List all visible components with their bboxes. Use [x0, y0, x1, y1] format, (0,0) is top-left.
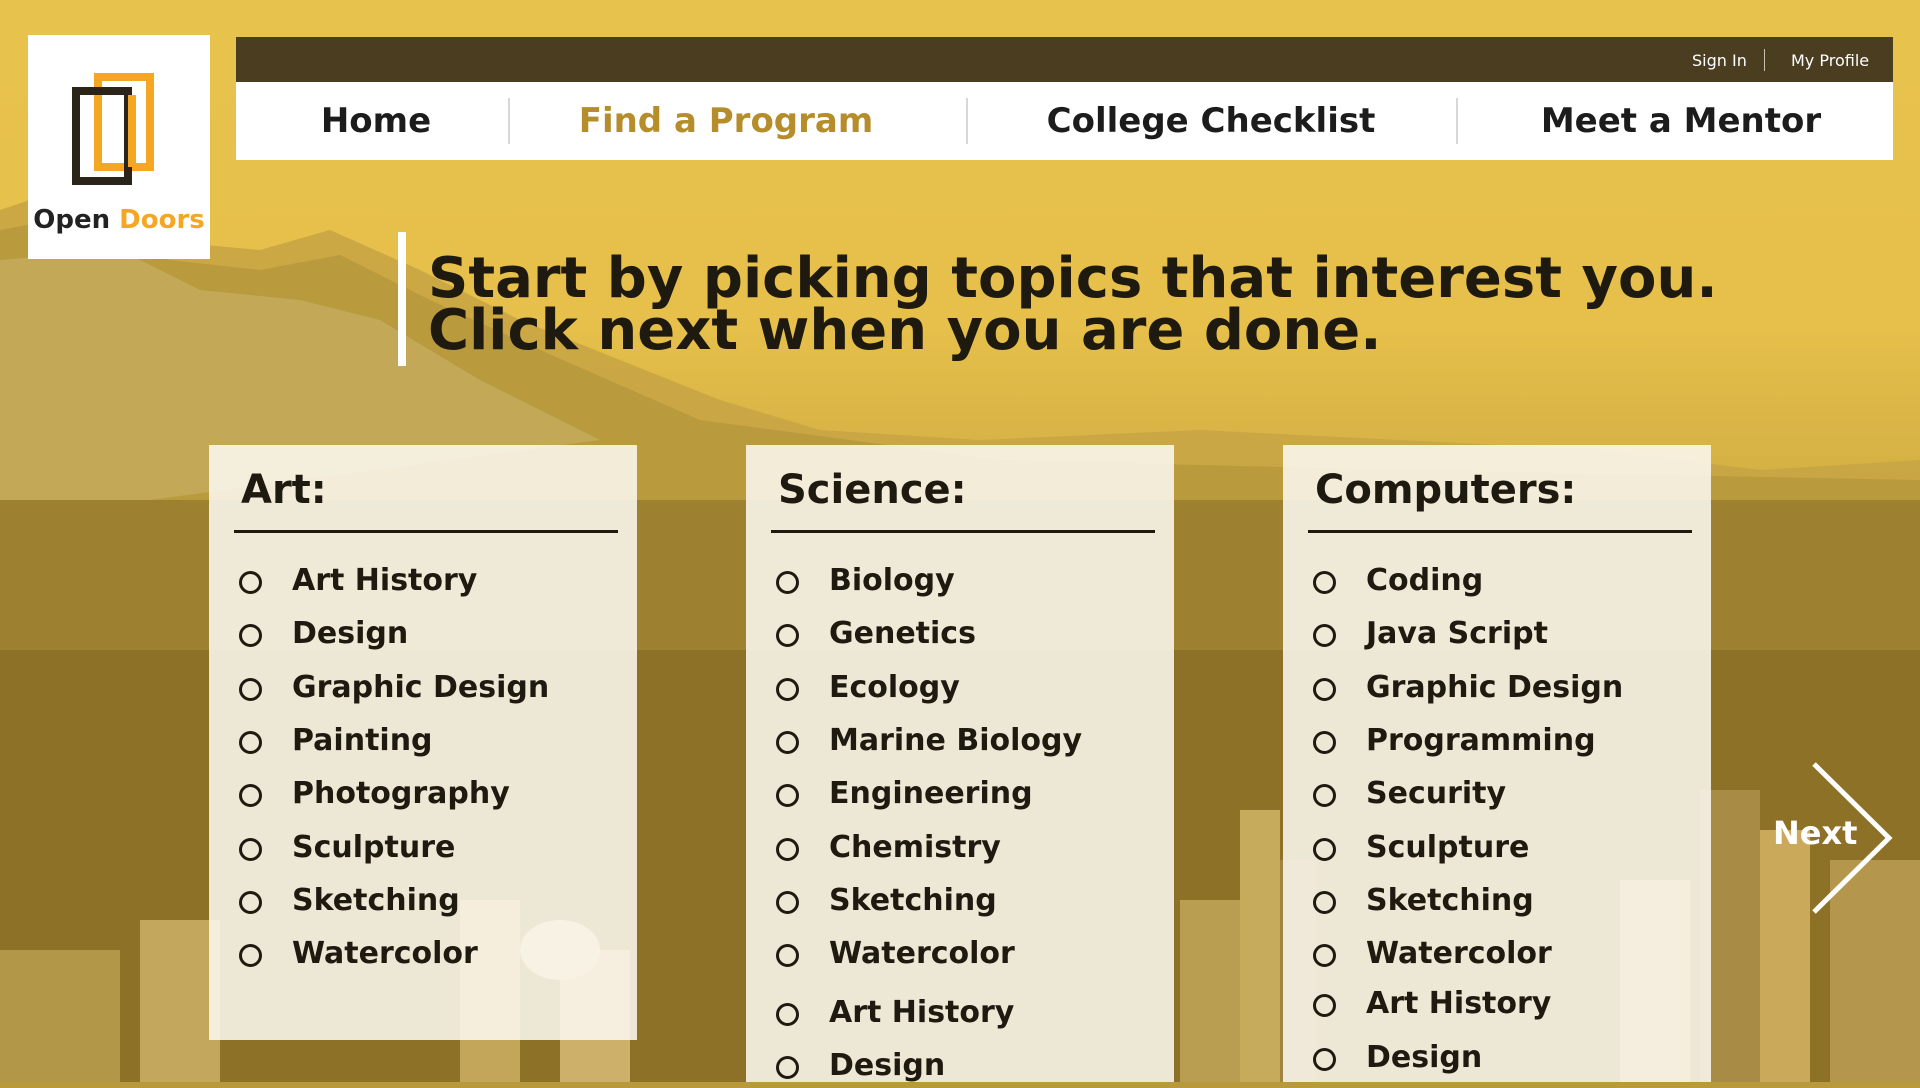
- radio-button[interactable]: [239, 731, 262, 754]
- radio-button[interactable]: [776, 1056, 799, 1079]
- main-navigation: Sign In My Profile Home Find a Program C…: [236, 37, 1893, 160]
- category-panel-art: Art: Art History Design Graphic Design P…: [209, 445, 637, 1040]
- menu-divider: [1456, 98, 1458, 144]
- radio-button[interactable]: [776, 891, 799, 914]
- utility-divider: [1764, 49, 1765, 71]
- category-divider: [771, 530, 1155, 533]
- menu-divider: [966, 98, 968, 144]
- radio-button[interactable]: [1313, 731, 1336, 754]
- category-title: Computers:: [1315, 467, 1577, 513]
- radio-button[interactable]: [239, 784, 262, 807]
- radio-button[interactable]: [776, 944, 799, 967]
- radio-button[interactable]: [776, 678, 799, 701]
- radio-button[interactable]: [776, 571, 799, 594]
- radio-button[interactable]: [1313, 944, 1336, 967]
- radio-button[interactable]: [776, 838, 799, 861]
- nav-meet-a-mentor[interactable]: Meet a Mentor: [1506, 82, 1856, 160]
- radio-button[interactable]: [239, 838, 262, 861]
- radio-button[interactable]: [1313, 994, 1336, 1017]
- radio-button[interactable]: [776, 624, 799, 647]
- radio-button[interactable]: [1313, 891, 1336, 914]
- radio-button[interactable]: [776, 731, 799, 754]
- headline-accent-bar: [398, 232, 406, 366]
- radio-button[interactable]: [1313, 678, 1336, 701]
- radio-button[interactable]: [1313, 624, 1336, 647]
- nav-find-a-program[interactable]: Find a Program: [556, 82, 896, 160]
- utility-bar: Sign In My Profile: [236, 37, 1893, 82]
- brand-name: Open Doors: [33, 205, 205, 235]
- radio-button[interactable]: [239, 571, 262, 594]
- category-divider: [234, 530, 618, 533]
- next-button[interactable]: Next: [1770, 762, 1895, 914]
- radio-button[interactable]: [776, 1003, 799, 1026]
- menu-divider: [508, 98, 510, 144]
- nav-home[interactable]: Home: [276, 82, 476, 160]
- radio-button[interactable]: [1313, 1048, 1336, 1071]
- category-divider: [1308, 530, 1692, 533]
- radio-button[interactable]: [239, 891, 262, 914]
- next-label: Next: [1773, 814, 1858, 852]
- my-profile-link[interactable]: My Profile: [1791, 51, 1869, 70]
- category-title: Science:: [778, 467, 967, 513]
- radio-button[interactable]: [776, 784, 799, 807]
- sign-in-link[interactable]: Sign In: [1692, 51, 1747, 70]
- headline-line-2: Click next when you are done.: [428, 298, 1382, 363]
- menu-bar: Home Find a Program College Checklist Me…: [236, 82, 1893, 160]
- radio-button[interactable]: [1313, 571, 1336, 594]
- radio-button[interactable]: [239, 944, 262, 967]
- brand-logo[interactable]: Open Doors: [28, 35, 210, 259]
- radio-button[interactable]: [239, 678, 262, 701]
- category-title: Art:: [241, 467, 327, 513]
- radio-button[interactable]: [239, 624, 262, 647]
- radio-button[interactable]: [1313, 838, 1336, 861]
- category-panel-science: Science: Biology Genetics Ecology Marine…: [746, 445, 1174, 1083]
- open-doors-logo-icon: [72, 73, 154, 185]
- category-panel-computers: Computers: Coding Java Script Graphic De…: [1283, 445, 1711, 1082]
- nav-college-checklist[interactable]: College Checklist: [1026, 82, 1396, 160]
- radio-button[interactable]: [1313, 784, 1336, 807]
